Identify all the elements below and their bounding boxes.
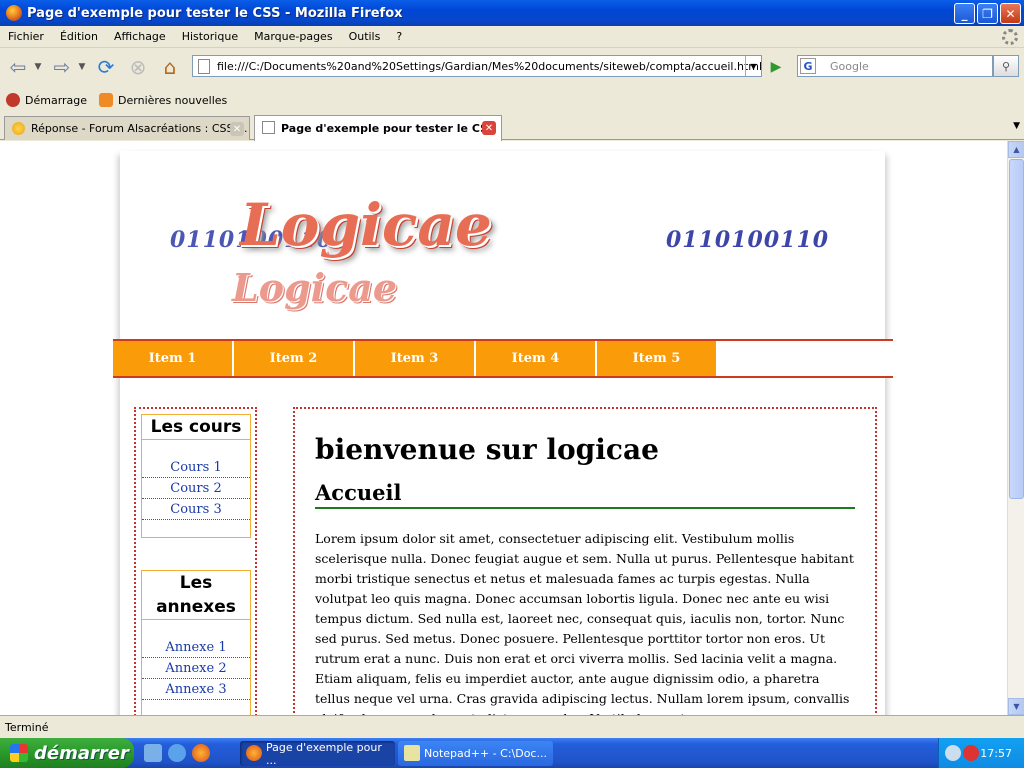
- quick-launch: [144, 744, 210, 762]
- task-label: Notepad++ - C:\Doc...: [424, 747, 547, 760]
- reload-icon[interactable]: ⟳: [92, 53, 120, 81]
- back-history-dropdown[interactable]: ▼: [32, 53, 44, 81]
- section-heading: Accueil: [315, 480, 855, 509]
- throbber-icon: [1002, 29, 1018, 45]
- tab-label: Page d'exemple pour tester le CSS: [281, 122, 496, 135]
- menu-marque-pages[interactable]: Marque-pages: [246, 30, 340, 43]
- scroll-up-icon[interactable]: ▲: [1008, 141, 1024, 158]
- start-label: démarrer: [34, 742, 129, 764]
- url-bar[interactable]: file:///C:/Documents%20and%20Settings/Ga…: [192, 55, 762, 77]
- scrollbar-thumb[interactable]: [1009, 159, 1024, 499]
- notepad-task-icon: [404, 745, 420, 761]
- firefox-task-icon: [246, 745, 262, 761]
- cours-link-3[interactable]: Cours 3: [142, 499, 250, 520]
- cours-title: Les cours: [142, 415, 250, 440]
- task-firefox[interactable]: Page d'exemple pour ...: [240, 740, 395, 767]
- bookmarks-toolbar: Démarrage Dernières nouvelles: [0, 88, 1024, 112]
- tab-bar: Réponse - Forum Alsacréations : CSS ... …: [0, 113, 1024, 141]
- tab-page-icon: [262, 121, 275, 134]
- clock: 17:57: [980, 746, 1012, 760]
- firefox-launch-icon[interactable]: [192, 744, 210, 762]
- ie-icon[interactable]: [168, 744, 186, 762]
- tray-arrow-icon[interactable]: [945, 745, 961, 761]
- body-text: Lorem ipsum dolor sit amet, consectetuer…: [315, 531, 854, 715]
- minimize-button[interactable]: _: [954, 3, 975, 24]
- window-title: Page d'exemple pour tester le CSS - Mozi…: [27, 5, 403, 21]
- url-dropdown-icon[interactable]: ▼: [745, 56, 761, 76]
- site-nav-menu: Item 1 Item 2 Item 3 Item 4 Item 5: [113, 339, 893, 378]
- forward-history-dropdown[interactable]: ▼: [76, 53, 88, 81]
- site-logo-reflection: Logicae: [232, 265, 398, 310]
- google-engine-icon[interactable]: G: [800, 58, 816, 74]
- bookmark-demarrage[interactable]: Démarrage: [6, 93, 87, 107]
- sidebar: Les cours Cours 1 Cours 2 Cours 3 Les an…: [134, 407, 257, 715]
- content-viewport: 0110100110 0110100110 Logicae Logicae It…: [0, 141, 1007, 715]
- site-logo: Logicae: [240, 191, 492, 259]
- cours-box: Les cours Cours 1 Cours 2 Cours 3: [141, 414, 251, 538]
- bookmark-icon: [6, 93, 20, 107]
- tab-list-dropdown-icon[interactable]: ▼: [1013, 121, 1020, 131]
- annexe-link-1[interactable]: Annexe 1: [142, 637, 250, 658]
- status-text: Terminé: [5, 720, 49, 734]
- scroll-down-icon[interactable]: ▼: [1008, 698, 1024, 715]
- nav-item-3[interactable]: Item 3: [355, 341, 475, 376]
- tab-page-exemple[interactable]: Page d'exemple pour tester le CSS ✕: [254, 115, 502, 141]
- window-titlebar: Page d'exemple pour tester le CSS - Mozi…: [0, 0, 1024, 26]
- rss-icon: [99, 93, 114, 107]
- menu-fichier[interactable]: Fichier: [0, 30, 52, 43]
- main-content: bienvenue sur logicae Accueil Lorem ipsu…: [293, 407, 877, 715]
- go-arrow-icon[interactable]: ▶: [766, 57, 786, 77]
- bookmark-dernieres-nouvelles[interactable]: Dernières nouvelles: [99, 93, 227, 107]
- annexes-title: Les annexes: [142, 571, 250, 620]
- restore-button[interactable]: ❐: [977, 3, 998, 24]
- page-heading: bienvenue sur logicae: [315, 433, 659, 466]
- start-button[interactable]: démarrer: [0, 738, 134, 768]
- back-arrow-icon[interactable]: ⇦: [4, 53, 32, 81]
- menu-historique[interactable]: Historique: [174, 30, 246, 43]
- annexes-box: Les annexes Annexe 1 Annexe 2 Annexe 3: [141, 570, 251, 715]
- menu-bar: Fichier Édition Affichage Historique Mar…: [0, 26, 1024, 48]
- vertical-scrollbar[interactable]: ▲ ▼: [1007, 141, 1024, 715]
- menu-help[interactable]: ?: [388, 30, 410, 43]
- tab-close-icon[interactable]: ✕: [482, 121, 496, 135]
- nav-item-2[interactable]: Item 2: [234, 341, 354, 376]
- cours-link-1[interactable]: Cours 1: [142, 457, 250, 478]
- search-input[interactable]: G Google: [797, 55, 993, 77]
- page-icon: [198, 59, 210, 74]
- windows-taskbar: démarrer Page d'exemple pour ... Notepad…: [0, 738, 1024, 768]
- home-icon[interactable]: ⌂: [156, 53, 184, 81]
- tab-favicon-icon: [12, 122, 25, 135]
- search-magnifier-icon[interactable]: ⚲: [993, 55, 1019, 77]
- task-notepad[interactable]: Notepad++ - C:\Doc...: [398, 741, 553, 766]
- nav-item-1[interactable]: Item 1: [113, 341, 233, 376]
- bookmark-label: Démarrage: [25, 93, 88, 107]
- tab-forum[interactable]: Réponse - Forum Alsacréations : CSS ... …: [4, 116, 250, 140]
- bookmark-label: Dernières nouvelles: [118, 93, 228, 107]
- url-text: file:///C:/Documents%20and%20Settings/Ga…: [217, 59, 763, 73]
- close-button[interactable]: ✕: [1000, 3, 1021, 24]
- menu-outils[interactable]: Outils: [341, 30, 389, 43]
- cours-link-2[interactable]: Cours 2: [142, 478, 250, 499]
- stop-icon[interactable]: ⊗: [124, 53, 152, 81]
- search-placeholder: Google: [830, 59, 869, 73]
- tab-label: Réponse - Forum Alsacréations : CSS ...: [31, 122, 248, 135]
- annexe-link-2[interactable]: Annexe 2: [142, 658, 250, 679]
- binary-right: 0110100110: [666, 227, 830, 253]
- show-desktop-icon[interactable]: [144, 744, 162, 762]
- task-label: Page d'exemple pour ...: [266, 740, 382, 767]
- annexe-link-3[interactable]: Annexe 3: [142, 679, 250, 700]
- firefox-icon: [6, 5, 22, 21]
- nav-item-4[interactable]: Item 4: [476, 341, 596, 376]
- system-tray: 17:57: [938, 738, 1024, 768]
- tab-close-icon[interactable]: ✕: [230, 122, 244, 136]
- navigation-toolbar: ⇦ ▼ ⇨ ▼ ⟳ ⊗ ⌂ file:///C:/Documents%20and…: [0, 48, 1024, 86]
- forward-arrow-icon[interactable]: ⇨: [48, 53, 76, 81]
- tray-security-icon[interactable]: [963, 745, 979, 761]
- windows-logo-icon: [10, 744, 28, 762]
- menu-edition[interactable]: Édition: [52, 30, 106, 43]
- menu-affichage[interactable]: Affichage: [106, 30, 174, 43]
- nav-item-5[interactable]: Item 5: [597, 341, 717, 376]
- status-bar: Terminé: [0, 715, 1024, 738]
